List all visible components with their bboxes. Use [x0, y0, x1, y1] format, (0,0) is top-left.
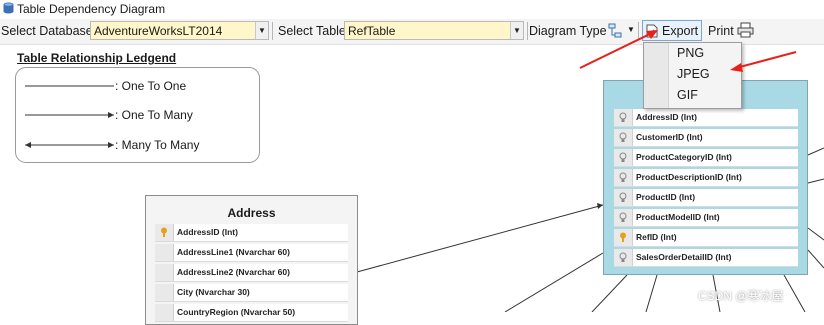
annotation-arrows — [579, 30, 797, 72]
watermark: CSDN @寒冰屋 — [698, 289, 784, 303]
